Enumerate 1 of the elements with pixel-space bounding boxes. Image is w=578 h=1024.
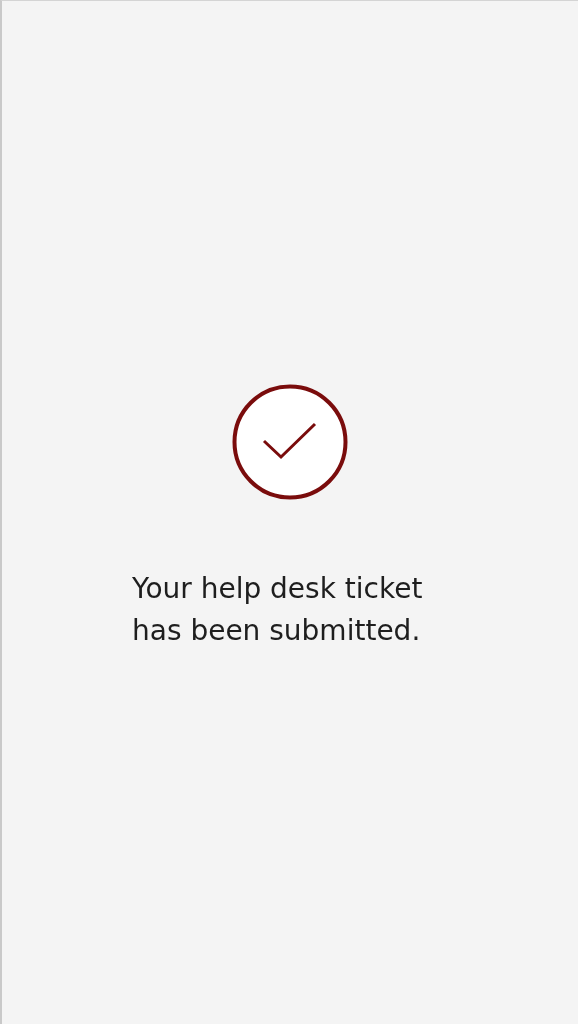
- confirmation-message: Your help desk ticket has been submitted.: [132, 571, 424, 649]
